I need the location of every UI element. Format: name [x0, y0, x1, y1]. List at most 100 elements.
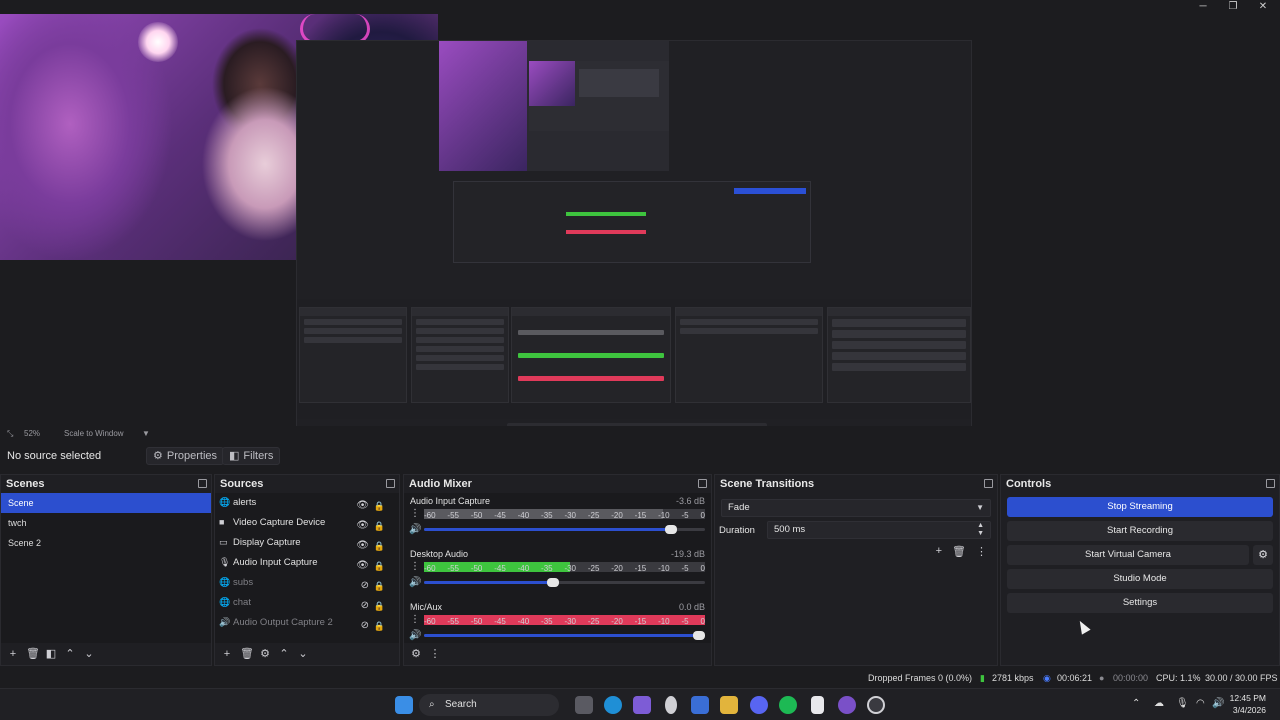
windows-start-icon[interactable] [395, 696, 413, 714]
lock-icon[interactable]: 🔒 [374, 616, 385, 636]
app-icon[interactable] [665, 696, 677, 714]
start-virtual-camera-button[interactable]: Start Virtual Camera [1007, 545, 1249, 565]
settings-button[interactable]: Settings [1007, 593, 1273, 613]
meter-tick-label: -55 [447, 511, 459, 520]
kebab-menu-icon[interactable]: ⋮ [976, 545, 987, 558]
move-down-icon[interactable]: ⌄ [83, 648, 95, 660]
source-label: Audio Input Capture [233, 557, 318, 568]
meter-tick-label: -5 [681, 511, 689, 520]
obs-icon[interactable] [867, 696, 885, 714]
speaker-icon[interactable]: 🔊 [409, 524, 421, 535]
speaker-icon[interactable]: 🔊 [409, 577, 421, 588]
volume-slider-handle[interactable] [665, 525, 678, 534]
controls-dock: Controls Stop Streaming Start Recording … [1000, 474, 1280, 666]
spin-arrows-icon[interactable]: ▲ ▼ [977, 522, 984, 538]
source-item-audio-output-2[interactable]: 🔊 Audio Output Capture 2 ⊘ 🔒 [215, 613, 399, 633]
source-item-display-capture[interactable]: ▭ Display Capture 👁 🔒 [215, 533, 399, 553]
close-button[interactable]: ✕ [1248, 0, 1278, 14]
volume-slider-handle[interactable] [547, 578, 560, 587]
kebab-menu-icon[interactable]: ⋮ [410, 615, 420, 625]
file-explorer-icon[interactable] [720, 696, 738, 714]
meter-tick-label: -30 [564, 564, 576, 573]
source-item-video-capture[interactable]: ■ Video Capture Device 👁 🔒 [215, 513, 399, 533]
document-icon[interactable] [811, 696, 824, 714]
kebab-menu-icon[interactable]: ⋮ [410, 562, 420, 572]
filters-icon[interactable]: ◧ [45, 648, 57, 660]
volume-slider[interactable] [424, 631, 706, 640]
stop-streaming-button[interactable]: Stop Streaming [1007, 497, 1273, 517]
channel-name: Desktop Audio [410, 549, 469, 559]
nested-obs-window [453, 181, 811, 263]
duration-spinbox[interactable]: 500 ms ▲ ▼ [767, 521, 991, 539]
nested-scenes [299, 307, 407, 403]
transition-value: Fade [728, 502, 750, 513]
taskbar-clock[interactable]: 12:45 PM 3/4/2026 [1230, 692, 1266, 716]
studio-mode-button[interactable]: Studio Mode [1007, 569, 1273, 589]
preview-canvas[interactable] [0, 14, 1280, 434]
source-item-audio-input[interactable]: 🎙 Audio Input Capture 👁 🔒 [215, 553, 399, 573]
scene-item-scene[interactable]: Scene [1, 493, 211, 513]
add-icon[interactable]: + [936, 545, 942, 558]
spotify-icon[interactable] [779, 696, 797, 714]
volume-icon[interactable]: 🔊 [1212, 698, 1224, 709]
camera-icon: ■ [219, 517, 225, 527]
edge-icon[interactable] [604, 696, 622, 714]
undock-icon[interactable] [198, 479, 207, 488]
scene-item-scene-2[interactable]: Scene 2 [1, 533, 211, 553]
source-item-subs[interactable]: 🌐 subs ⊘ 🔒 [215, 573, 399, 593]
move-up-icon[interactable]: ⌃ [278, 648, 290, 660]
scene-item-twch[interactable]: twch [1, 513, 211, 533]
copilot-icon[interactable] [633, 696, 651, 714]
context-bar: No source selected ⚙ Properties ◧ Filter… [0, 444, 1280, 468]
scale-dropdown-icon[interactable]: ▼ [142, 429, 150, 438]
meter-tick-label: -5 [681, 617, 689, 626]
volume-slider-handle[interactable] [693, 631, 706, 640]
minimize-button[interactable]: ─ [1188, 0, 1218, 14]
transition-tools: + 🗑 ⋮ [936, 545, 987, 558]
volume-slider[interactable] [424, 578, 705, 587]
virtual-camera-settings-icon[interactable]: ⚙ [1253, 545, 1273, 565]
zoom-level[interactable]: 52% [24, 429, 40, 438]
undock-icon[interactable] [386, 479, 395, 488]
add-icon[interactable]: + [221, 648, 233, 660]
nested-webcam [439, 41, 527, 171]
move-down-icon[interactable]: ⌄ [297, 648, 309, 660]
volume-slider-fill [424, 634, 700, 637]
trash-icon[interactable]: 🗑 [240, 648, 254, 660]
source-label: subs [233, 577, 254, 588]
speaker-icon[interactable]: 🔊 [409, 630, 421, 641]
properties-button[interactable]: ⚙ Properties [146, 447, 225, 465]
tray-chevron-icon[interactable]: ⌃ [1132, 698, 1140, 709]
nested-meter-green [566, 212, 646, 216]
source-item-chat[interactable]: 🌐 chat ⊘ 🔒 [215, 593, 399, 613]
undock-icon[interactable] [1266, 479, 1275, 488]
app-purple-icon[interactable] [838, 696, 856, 714]
undock-icon[interactable] [698, 479, 707, 488]
kebab-menu-icon[interactable]: ⋮ [429, 648, 441, 660]
store-icon[interactable] [691, 696, 709, 714]
move-up-icon[interactable]: ⌃ [64, 648, 76, 660]
trash-icon[interactable]: 🗑 [952, 545, 966, 558]
transition-select[interactable]: Fade ▼ [721, 499, 991, 517]
meter-tick-label: -25 [587, 511, 600, 520]
kebab-menu-icon[interactable]: ⋮ [410, 509, 420, 519]
trash-icon[interactable]: 🗑 [26, 648, 40, 660]
cloud-icon[interactable]: ☁ [1154, 698, 1164, 709]
microphone-icon[interactable]: 🎙 [1176, 698, 1189, 709]
volume-slider[interactable] [424, 525, 705, 534]
start-recording-button[interactable]: Start Recording [1007, 521, 1273, 541]
eye-hidden-icon[interactable]: ⊘ [361, 616, 369, 636]
add-icon[interactable]: + [7, 648, 19, 660]
source-label: Audio Output Capture 2 [233, 617, 333, 628]
scale-mode[interactable]: Scale to Window [64, 429, 124, 438]
task-view-icon[interactable] [575, 696, 593, 714]
discord-icon[interactable] [750, 696, 768, 714]
advanced-audio-icon[interactable]: ⚙ [410, 648, 422, 660]
undock-icon[interactable] [984, 479, 993, 488]
gear-icon[interactable]: ⚙ [259, 648, 271, 660]
filters-button[interactable]: ◧ Filters [222, 447, 281, 465]
source-item-alerts[interactable]: 🌐 alerts 👁 🔒 [215, 493, 399, 513]
taskbar-search[interactable]: ⌕ Search [419, 694, 559, 716]
wifi-icon[interactable]: ◠ [1196, 698, 1205, 709]
maximize-button[interactable]: ❐ [1218, 0, 1248, 14]
